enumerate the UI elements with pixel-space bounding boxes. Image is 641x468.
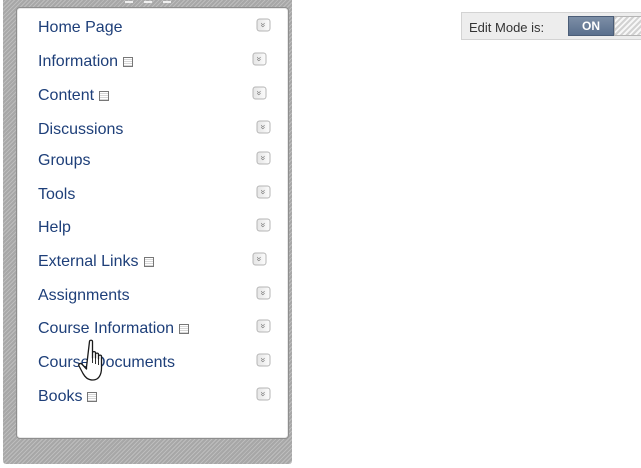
course-menu-item[interactable]: Groups » (17, 143, 288, 176)
course-menu-item-label[interactable]: External Links (38, 252, 154, 271)
double-chevron-down-icon[interactable]: » (256, 319, 271, 333)
double-chevron-down-icon[interactable]: » (256, 353, 271, 367)
course-menu-frame: Home Page» Information» Content» Discussion… (3, 0, 292, 464)
double-chevron-down-icon[interactable]: » (252, 52, 267, 66)
course-menu-item-label[interactable]: Help (38, 218, 71, 237)
menu-drag-handle[interactable] (125, 1, 171, 3)
empty-page-icon (87, 392, 98, 402)
double-chevron-down-icon[interactable]: » (252, 252, 267, 266)
course-menu-item[interactable]: Home Page » (17, 10, 288, 43)
course-menu-item-label[interactable]: Discussions (38, 120, 123, 139)
edit-mode-toggle[interactable]: ON (568, 16, 641, 36)
course-menu-item[interactable]: Course Documents » (17, 345, 288, 378)
course-menu-item[interactable]: Information » (17, 44, 288, 77)
double-chevron-down-icon[interactable]: » (256, 185, 271, 199)
course-menu-item-label[interactable]: Groups (38, 151, 90, 170)
course-menu-item-label[interactable]: Assignments (38, 286, 130, 305)
course-menu-item[interactable]: Help » (17, 210, 288, 243)
course-menu-item[interactable]: Books » (17, 379, 288, 412)
double-chevron-down-icon[interactable]: » (256, 18, 271, 32)
empty-page-icon (179, 324, 190, 334)
double-chevron-down-icon[interactable]: » (256, 120, 271, 134)
empty-page-icon (123, 57, 134, 67)
course-menu-item[interactable]: Course Information » (17, 311, 288, 344)
double-chevron-down-icon[interactable]: » (256, 286, 271, 300)
edit-mode-bar: Edit Mode is: ON (461, 12, 641, 40)
edit-mode-state: ON (568, 16, 614, 36)
double-chevron-down-icon[interactable]: » (256, 218, 271, 232)
course-menu-item[interactable]: Discussions » (17, 112, 288, 145)
course-menu: Home Page» Information» Content» Discussion… (16, 7, 289, 439)
double-chevron-down-icon[interactable]: » (256, 387, 271, 401)
course-menu-item-label[interactable]: Books (38, 387, 98, 406)
course-menu-item[interactable]: Assignments » (17, 278, 288, 311)
edit-mode-label: Edit Mode is: (469, 20, 545, 35)
course-menu-item[interactable]: Content » (17, 78, 288, 111)
course-menu-item-label[interactable]: Content (38, 86, 110, 105)
double-chevron-down-icon[interactable]: » (252, 86, 267, 100)
course-menu-item-label[interactable]: Home Page (38, 18, 123, 37)
course-menu-item[interactable]: External Links » (17, 244, 288, 277)
course-menu-item-label[interactable]: Information (38, 52, 134, 71)
course-menu-item-label[interactable]: Course Information (38, 319, 190, 338)
course-menu-item-label[interactable]: Tools (38, 185, 75, 204)
empty-page-icon (143, 257, 154, 267)
edit-mode-toggle-knob[interactable] (614, 16, 641, 36)
empty-page-icon (99, 91, 110, 101)
double-chevron-down-icon[interactable]: » (256, 151, 271, 165)
course-menu-item-label[interactable]: Course Documents (38, 353, 175, 372)
course-menu-item[interactable]: Tools » (17, 177, 288, 210)
